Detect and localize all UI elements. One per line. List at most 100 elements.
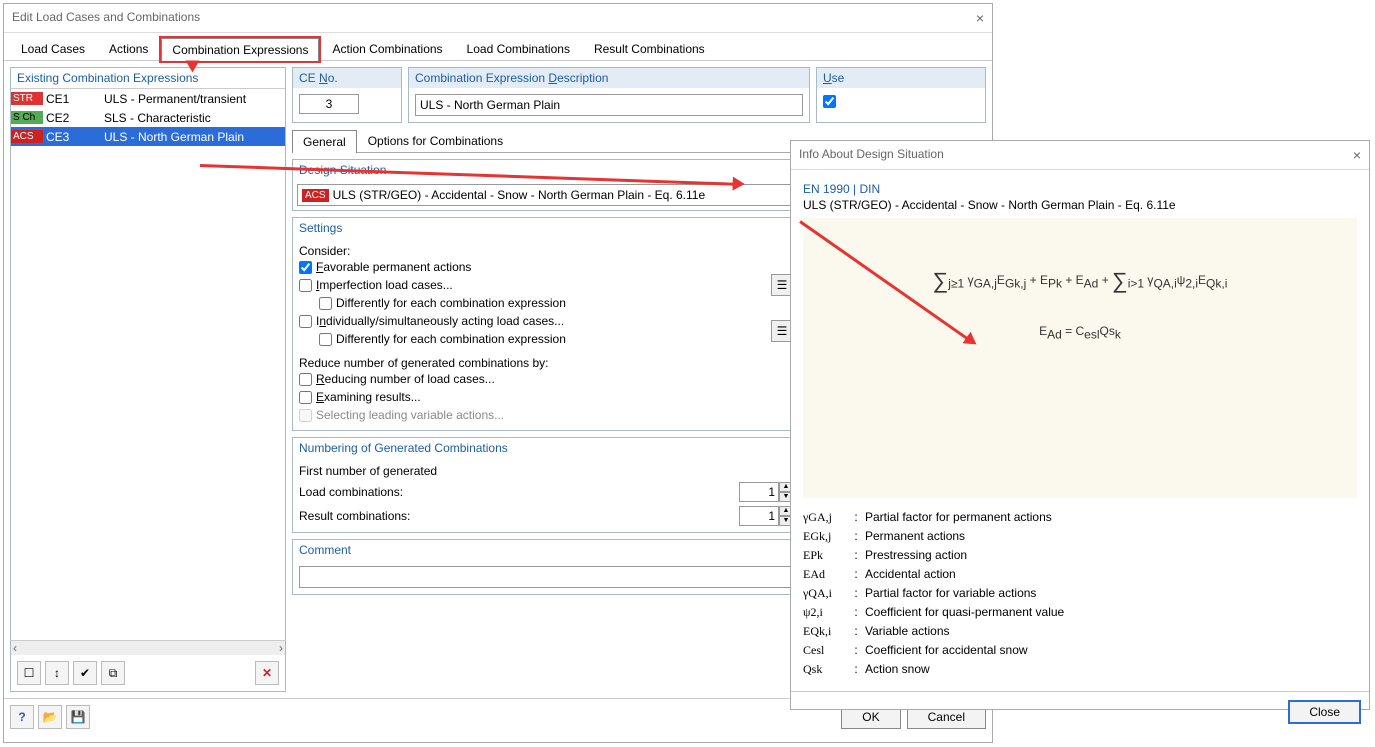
h-scrollbar[interactable]: ‹› — [11, 640, 285, 655]
existing-panel: Existing Combination Expressions STR CE1… — [10, 67, 286, 692]
subtab-options[interactable]: Options for Combinations — [357, 129, 514, 152]
cb-diff2[interactable] — [319, 333, 332, 346]
info-titlebar: Info About Design Situation × — [791, 141, 1369, 170]
num-title: Numbering of Generated Combinations — [293, 438, 799, 458]
ceno-panel: CE No. — [292, 67, 402, 123]
lbl-reducing: Reducing number of load cases... — [316, 372, 495, 386]
ce-row-1[interactable]: STR CE1 ULS - Permanent/transient — [11, 89, 285, 108]
consider-label: Consider: — [299, 244, 793, 258]
legend-sym: EPk — [803, 548, 847, 563]
desc-label: Combination Expression Description — [415, 71, 608, 85]
sort-icon[interactable]: ↕ — [45, 661, 69, 685]
use-checkbox[interactable] — [823, 95, 836, 108]
info-hdr1: EN 1990 | DIN — [803, 182, 1357, 196]
legend-sym: Qsk — [803, 662, 847, 677]
settings-panel: Settings Consider: Favorable permanent a… — [292, 217, 800, 431]
main-titlebar: Edit Load Cases and Combinations × — [4, 4, 992, 33]
lbl-diff1: Differently for each combination express… — [336, 296, 566, 310]
ce-desc: ULS - Permanent/transient — [104, 92, 285, 106]
delete-icon[interactable]: ✕ — [255, 661, 279, 685]
cb-reducing[interactable] — [299, 373, 312, 386]
first-label: First number of generated — [299, 464, 793, 478]
ce-code: CE1 — [46, 92, 104, 106]
check-icon[interactable]: ✔ — [73, 661, 97, 685]
ce-list[interactable]: STR CE1 ULS - Permanent/transient S Ch C… — [11, 89, 285, 640]
tab-load-combinations[interactable]: Load Combinations — [456, 37, 581, 60]
badge-str: STR — [11, 92, 43, 105]
formula-2: EAd = CeslQsk — [843, 324, 1317, 341]
tab-actions[interactable]: Actions — [98, 37, 159, 60]
ce-code: CE2 — [46, 111, 104, 125]
ceno-input[interactable] — [299, 94, 359, 114]
load-spinner[interactable]: ▲▼ — [739, 482, 793, 502]
ce-row-3[interactable]: ACS CE3 ULS - North German Plain — [11, 127, 285, 146]
main-title: Edit Load Cases and Combinations — [12, 10, 200, 26]
close-icon[interactable]: × — [976, 10, 984, 26]
info-title: Info About Design Situation — [799, 147, 944, 163]
lbl-favorable: Favorable permanent actions — [316, 260, 471, 274]
close-button[interactable]: Close — [1288, 700, 1361, 724]
info-dialog: Info About Design Situation × EN 1990 | … — [790, 140, 1370, 710]
legend-def: Coefficient for accidental snow — [865, 643, 1357, 658]
save-icon[interactable]: 💾 — [66, 705, 90, 729]
reduce-label: Reduce number of generated combinations … — [299, 356, 793, 370]
info-hdr2: ULS (STR/GEO) - Accidental - Snow - Nort… — [803, 198, 1357, 212]
numbering-panel: Numbering of Generated Combinations Firs… — [292, 437, 800, 533]
header-row: CE No. Combination Expression Descriptio… — [292, 67, 986, 123]
existing-title: Existing Combination Expressions — [11, 68, 285, 89]
result-label: Result combinations: — [299, 509, 410, 523]
desc-input[interactable] — [415, 94, 803, 116]
subtab-general[interactable]: General — [292, 130, 357, 153]
formula-sub1: j≥1 — [948, 277, 964, 291]
main-tabs: Load Cases Actions Combination Expressio… — [4, 33, 992, 61]
legend-sym: γGA,j — [803, 510, 847, 525]
tab-action-combinations[interactable]: Action Combinations — [321, 37, 453, 60]
ds-value: ULS (STR/GEO) - Accidental - Snow - Nort… — [333, 188, 706, 202]
use-label: Use — [823, 71, 844, 85]
help-icon[interactable]: ? — [10, 705, 34, 729]
close-icon[interactable]: × — [1353, 147, 1361, 163]
legend-sym: EGk,j — [803, 529, 847, 544]
legend-def: Prestressing action — [865, 548, 1357, 563]
legend-def: Permanent actions — [865, 529, 1357, 544]
badge-sch: S Ch — [11, 111, 43, 124]
cb-diff1[interactable] — [319, 297, 332, 310]
info-body: EN 1990 | DIN ULS (STR/GEO) - Accidental… — [791, 170, 1369, 691]
legend-def: Partial factor for permanent actions — [865, 510, 1357, 525]
settings-title: Settings — [293, 218, 799, 238]
result-spin-input[interactable] — [739, 506, 779, 526]
ce-row-2[interactable]: S Ch CE2 SLS - Characteristic — [11, 108, 285, 127]
legend-sym: Cesl — [803, 643, 847, 658]
result-spinner[interactable]: ▲▼ — [739, 506, 793, 526]
tab-load-cases[interactable]: Load Cases — [10, 37, 96, 60]
library-icon[interactable]: 📂 — [38, 705, 62, 729]
cb-selecting — [299, 409, 312, 422]
ce-code: CE3 — [46, 130, 104, 144]
tab-combination-expressions[interactable]: Combination Expressions — [161, 38, 319, 61]
new-icon[interactable]: ☐ — [17, 661, 41, 685]
lbl-diff2: Differently for each combination express… — [336, 332, 566, 346]
legend-def: Accidental action — [865, 567, 1357, 582]
ce-desc: ULS - North German Plain — [104, 130, 285, 144]
lbl-examining: Examining results... — [316, 390, 421, 404]
legend-sym: EQk,i — [803, 624, 847, 639]
legend-def: Variable actions — [865, 624, 1357, 639]
use-panel: Use — [816, 67, 986, 123]
ceno-label: CE No. — [299, 71, 338, 85]
legend: γGA,j:Partial factor for permanent actio… — [803, 508, 1357, 679]
legend-def: Partial factor for variable actions — [865, 586, 1357, 601]
cb-imperfection[interactable] — [299, 279, 312, 292]
load-spin-input[interactable] — [739, 482, 779, 502]
legend-sym: EAd — [803, 567, 847, 582]
legend-def: Action snow — [865, 662, 1357, 677]
legend-sym: ψ2,i — [803, 605, 847, 620]
lbl-imperfection: Imperfection load cases... — [316, 278, 453, 292]
cb-examining[interactable] — [299, 391, 312, 404]
legend-sym: γQA,i — [803, 586, 847, 601]
copy-icon[interactable]: ⧉ — [101, 661, 125, 685]
tab-result-combinations[interactable]: Result Combinations — [583, 37, 716, 60]
formula-sub2: i>1 — [1128, 277, 1144, 291]
load-label: Load combinations: — [299, 485, 403, 499]
cb-individually[interactable] — [299, 315, 312, 328]
cb-favorable[interactable] — [299, 261, 312, 274]
